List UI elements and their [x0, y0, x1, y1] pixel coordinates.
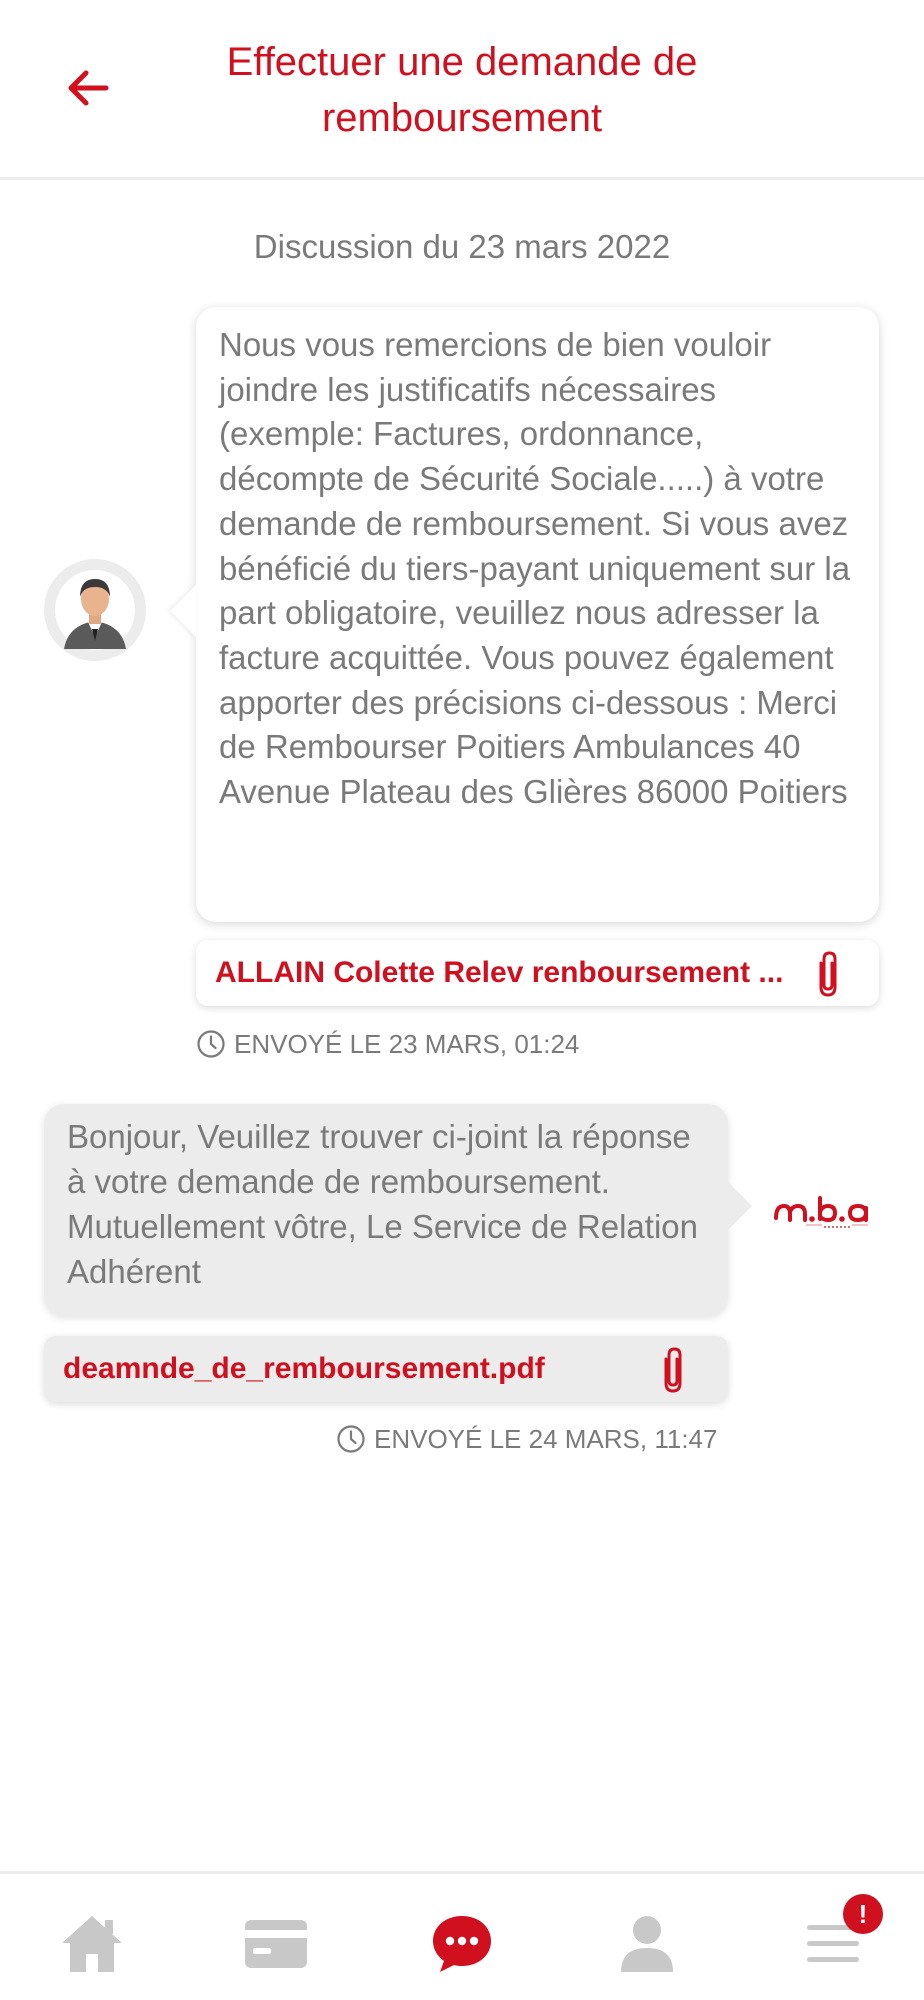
card-icon [245, 1920, 307, 1968]
paperclip-icon [819, 951, 837, 997]
message-text: Nous vous remercions de bien vouloir joi… [219, 326, 851, 811]
user-avatar-icon [44, 559, 146, 661]
bottom-navigation [0, 1871, 924, 2000]
attachment-button[interactable]: ALLAIN Colette Relev renboursement ... [196, 940, 879, 1006]
outgoing-message-bubble: Bonjour, Veuillez trouver ci-joint la ré… [44, 1104, 752, 1316]
arrow-left-icon [68, 70, 109, 106]
attachment-filename: deamnde_de_remboursement.pdf [63, 1352, 545, 1385]
sent-label: ENVOYÉ LE 24 MARS, 11:47 [374, 1424, 718, 1454]
sent-timestamp: ENVOYÉ LE 24 MARS, 11:47 [336, 1423, 717, 1455]
app-header: Effectuer une demande de remboursement [0, 0, 924, 180]
menu-notification-badge: ! [843, 1894, 883, 1934]
paperclip-icon [664, 1347, 682, 1393]
nav-card[interactable] [236, 1904, 316, 1984]
attachment-button[interactable]: deamnde_de_remboursement.pdf [44, 1336, 728, 1402]
attachment-filename: ALLAIN Colette Relev renboursement ... [215, 956, 784, 989]
message-text: Bonjour, Veuillez trouver ci-joint la ré… [67, 1118, 698, 1290]
sent-label: ENVOYÉ LE 23 MARS, 01:24 [234, 1029, 580, 1059]
sent-timestamp: ENVOYÉ LE 23 MARS, 01:24 [196, 1028, 579, 1060]
back-button[interactable] [52, 58, 124, 118]
page-title: Effectuer une demande de remboursement [226, 40, 698, 140]
discussion-date: Discussion du 23 mars 2022 [253, 228, 671, 265]
clock-icon [337, 1425, 365, 1453]
home-icon [62, 1916, 122, 1972]
clock-icon [197, 1030, 225, 1058]
nav-chat[interactable] [422, 1904, 502, 1984]
profile-icon [621, 1916, 673, 1972]
nav-profile[interactable] [607, 1904, 687, 1984]
chat-icon [433, 1916, 491, 1972]
incoming-message-bubble: Nous vous remercions de bien vouloir joi… [196, 307, 879, 922]
mba-mutuelle-logo [774, 1196, 868, 1228]
nav-home[interactable] [52, 1904, 132, 1984]
